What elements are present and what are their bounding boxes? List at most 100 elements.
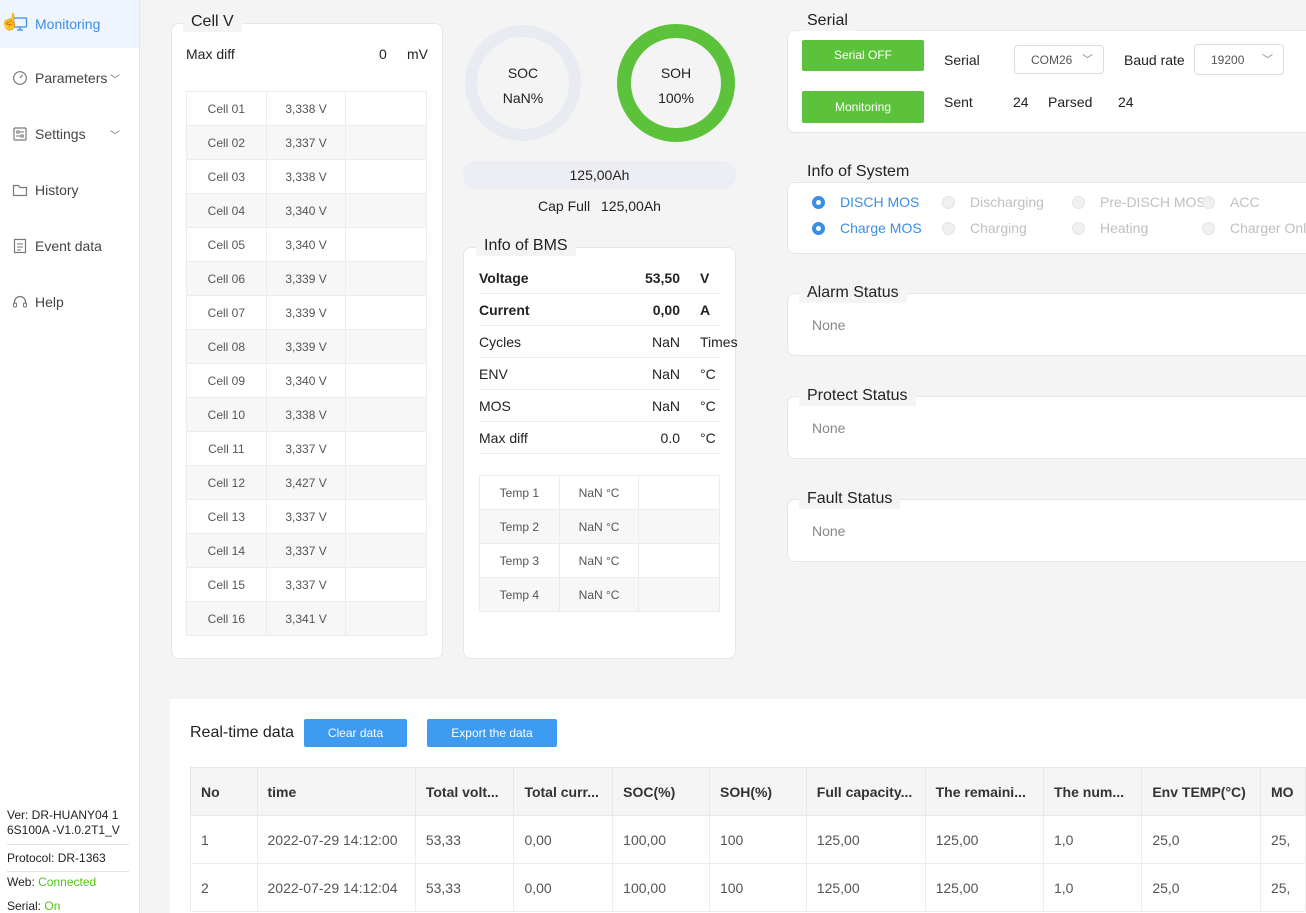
cell-row: Cell 13 3,337 V [186, 499, 427, 534]
cell-row: Cell 16 3,341 V [186, 601, 427, 636]
cell-row: Cell 04 3,340 V [186, 193, 427, 228]
fault-status-value: None [812, 523, 846, 539]
sent-value: 24 [1013, 94, 1029, 110]
cell-empty [345, 295, 427, 330]
table-cell: 125,00 [805, 815, 926, 864]
cell-voltage: 3,337 V [265, 431, 347, 466]
column-header[interactable]: Full capacity... [805, 767, 926, 816]
bms-row-value: 0.0 [660, 430, 680, 446]
sidebar-item-event-data[interactable]: Event data [0, 222, 139, 270]
soc-value: NaN% [502, 90, 544, 106]
web-status-label: Web: [7, 875, 35, 889]
cell-name: Cell 13 [186, 499, 267, 534]
temperature-table: Temp 1 NaN °C Temp 2 NaN °C Temp 3 NaN °C Temp… [479, 475, 720, 612]
cell-voltage: 3,337 V [265, 567, 347, 602]
bms-row-label: Voltage [479, 270, 529, 286]
cell-name: Cell 01 [186, 91, 267, 126]
bms-row-label: Max diff [479, 430, 528, 446]
cell-voltage: 3,339 V [265, 295, 347, 330]
remaining-capacity-bar: 125,00Ah [463, 161, 736, 190]
column-header[interactable]: Env TEMP(°C) [1141, 767, 1261, 816]
temp-empty [638, 509, 720, 544]
table-cell: 2022-07-29 14:12:04 [256, 863, 416, 912]
clear-data-button[interactable]: Clear data [304, 719, 407, 747]
protect-status-value: None [812, 420, 846, 436]
bms-row-label: Cycles [479, 334, 522, 350]
temp-row: Temp 2 NaN °C [479, 509, 720, 544]
serial-status: Serial: On [7, 899, 129, 913]
realtime-table: No time Total volt... Total curr... SOC(%) SO… [190, 767, 1306, 912]
bms-row: MOS NaN °C [479, 390, 719, 422]
column-header[interactable]: The num... [1042, 767, 1143, 816]
sidebar-item-settings[interactable]: Settings ﹀ [0, 110, 139, 158]
column-header[interactable]: The remaini... [924, 767, 1044, 816]
column-header[interactable]: MO [1259, 767, 1306, 816]
serial-status-value: On [44, 899, 61, 913]
bms-row-unit: °C [700, 398, 716, 414]
temp-value: NaN °C [558, 475, 640, 510]
sidebar-item-parameters[interactable]: Parameters ﹀ [0, 54, 139, 102]
export-data-button[interactable]: Export the data [427, 719, 557, 747]
chevron-down-icon: ﹀ [110, 74, 120, 86]
soh-gauge [617, 24, 735, 142]
column-header[interactable]: SOC(%) [612, 767, 710, 816]
sidebar-item-history[interactable]: History [0, 166, 139, 214]
cell-voltage: 3,337 V [265, 125, 347, 160]
monitoring-button[interactable]: Monitoring [802, 91, 924, 123]
table-cell: 100 [708, 815, 807, 864]
status-indicator-label: Charging [970, 220, 1027, 236]
status-indicator-label: Discharging [970, 194, 1044, 210]
bms-row-value: NaN [651, 366, 680, 382]
status-indicator-label: Pre-DISCH MOS [1100, 194, 1206, 210]
cell-row: Cell 02 3,337 V [186, 125, 427, 160]
cell-name: Cell 09 [186, 363, 267, 398]
soc-gauge [465, 25, 581, 141]
cell-row: Cell 08 3,339 V [186, 329, 427, 364]
status-indicator-dot [1202, 196, 1215, 209]
bms-row-label: Current [479, 302, 530, 318]
cell-name: Cell 02 [186, 125, 267, 160]
sent-label: Sent [944, 94, 973, 110]
soh-gauge-ring [617, 24, 735, 142]
cell-row: Cell 07 3,339 V [186, 295, 427, 330]
temp-name: Temp 4 [479, 577, 560, 612]
column-header[interactable]: Total volt... [414, 767, 515, 816]
cap-full-label: Cap Full [538, 198, 591, 214]
baud-rate-value: 19200 [1211, 53, 1245, 67]
sidebar-item-monitoring[interactable]: Monitoring [0, 0, 139, 48]
column-header[interactable]: time [256, 767, 416, 816]
serial-off-button[interactable]: Serial OFF [802, 40, 924, 71]
protocol-label: Protocol: DR-1363 [7, 851, 129, 872]
cell-voltage: 3,339 V [265, 329, 347, 364]
column-header[interactable]: Total curr... [513, 767, 614, 816]
bms-row: Max diff 0.0 °C [479, 422, 719, 454]
cell-row: Cell 05 3,340 V [186, 227, 427, 262]
cell-row: Cell 10 3,338 V [186, 397, 427, 432]
serial-port-select[interactable]: COM26 ﹀ [1014, 45, 1104, 74]
table-cell: 25,0 [1141, 863, 1261, 912]
serial-title: Serial [799, 11, 856, 31]
bms-row-unit: A [700, 302, 711, 318]
temp-name: Temp 1 [479, 475, 560, 510]
serial-port-value: COM26 [1031, 53, 1073, 67]
temp-row: Temp 4 NaN °C [479, 577, 720, 612]
sidebar-item-label: History [35, 182, 79, 198]
bms-row-unit: °C [700, 366, 716, 382]
folder-icon [12, 184, 28, 197]
sidebar-item-label: Settings [35, 126, 86, 142]
column-header[interactable]: No [190, 767, 258, 816]
cell-empty [345, 601, 427, 636]
column-header[interactable]: SOH(%) [708, 767, 807, 816]
serial-port-label: Serial [944, 52, 980, 68]
temp-value: NaN °C [558, 543, 640, 578]
protect-status-title: Protect Status [799, 386, 916, 406]
sidebar-item-help[interactable]: Help [0, 278, 139, 326]
baud-rate-select[interactable]: 19200 ﹀ [1194, 44, 1284, 75]
cell-name: Cell 08 [186, 329, 267, 364]
bms-row-unit: V [700, 270, 710, 286]
fault-status-title: Fault Status [799, 489, 901, 509]
temp-empty [638, 577, 720, 612]
parsed-value: 24 [1118, 94, 1134, 110]
cell-name: Cell 10 [186, 397, 267, 432]
cell-empty [345, 397, 427, 432]
